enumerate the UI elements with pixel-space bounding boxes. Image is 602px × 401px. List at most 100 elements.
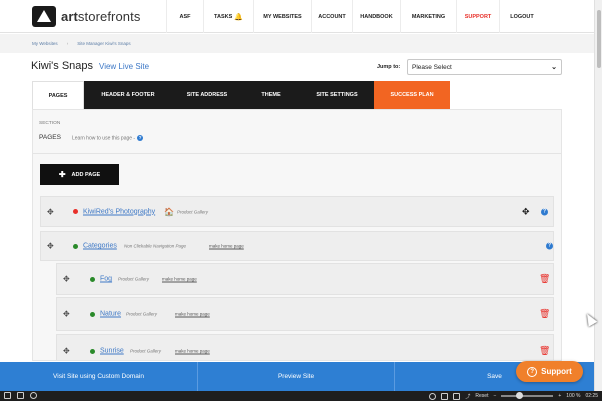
brand-logo-icon [32, 6, 56, 27]
drag-handle-icon[interactable]: ✥ [63, 347, 70, 356]
app-root: artstorefronts ASF TASKS 🔔 MY WEBSITES AC… [0, 0, 602, 401]
bottom-action-bar: Visit Site using Custom Domain Preview S… [0, 362, 594, 391]
breadcrumb: My Websites › Site Manager Kiwi's Snaps [0, 34, 594, 53]
nav-item-tasks-label: TASKS [214, 13, 233, 20]
visit-custom-domain-button[interactable]: Visit Site using Custom Domain [0, 362, 198, 391]
add-page-button[interactable]: ✚ ADD PAGE [40, 164, 119, 185]
status-dot-published [90, 348, 95, 354]
nav-item-account[interactable]: ACCOUNT [311, 0, 352, 33]
clock: 02:25 [585, 393, 598, 399]
scrollbar-thumb[interactable] [597, 10, 601, 68]
nav-item-support[interactable]: SUPPORT [456, 0, 499, 33]
jump-to-label: Jump to: [377, 64, 401, 70]
section-help-text: Learn how to use this page - [72, 135, 136, 142]
nav-item-logout[interactable]: LOGOUT [499, 0, 544, 33]
cloud-icon[interactable] [30, 392, 37, 399]
nav-item-marketing[interactable]: MARKETING [400, 0, 456, 33]
support-button[interactable]: ? Support [516, 361, 583, 382]
page-title-link[interactable]: Sunrise [100, 348, 124, 355]
support-label: Support [541, 367, 572, 376]
tab-success-plan[interactable]: SUCCESS PLAN [374, 81, 450, 109]
tab-site-address[interactable]: SITE ADDRESS [172, 81, 242, 109]
zoom-reset-label[interactable]: Reset [475, 393, 488, 399]
nav-item-my-websites[interactable]: MY WEBSITES [253, 0, 311, 33]
tab-site-settings[interactable]: SITE SETTINGS [300, 81, 374, 109]
page-row: ✥ KiwiRed's Photography 🏠 Product Galler… [40, 196, 554, 227]
nav-item-handbook[interactable]: HANDBOOK [352, 0, 400, 33]
top-navigation: artstorefronts ASF TASKS 🔔 MY WEBSITES AC… [0, 0, 594, 33]
make-home-page-link[interactable]: make home page [162, 277, 197, 282]
zoom-in-icon[interactable]: + [558, 393, 561, 399]
status-dot-published [73, 243, 78, 249]
preview-site-button[interactable]: Preview Site [198, 362, 395, 391]
move-icon[interactable]: ✥ [522, 206, 530, 217]
pages-panel: SECTION PAGES Learn how to use this page… [32, 109, 562, 361]
make-home-page-link[interactable]: make home page [175, 349, 210, 354]
camera-icon[interactable] [429, 392, 437, 400]
page-title: Kiwi's Snaps [31, 60, 94, 72]
view-live-site-link[interactable]: View Live Site [99, 62, 149, 71]
page-type: Product Gallery [118, 276, 150, 282]
nav-item-tasks[interactable]: TASKS 🔔 [203, 0, 253, 33]
page-scrollbar[interactable] [594, 0, 602, 391]
page-row: ✥ Categories Non Clickable Navigation Pa… [40, 231, 554, 261]
make-home-page-link[interactable]: make home page [175, 312, 210, 317]
image-icon[interactable] [453, 392, 461, 400]
section-help[interactable]: Learn how to use this page -? [72, 135, 144, 142]
breadcrumb-separator: › [66, 41, 69, 46]
page-title-link[interactable]: KiwiRed's Photography [83, 208, 155, 215]
page-title-link[interactable]: Nature [100, 311, 121, 318]
window-icon[interactable] [4, 392, 11, 399]
screen-icon[interactable] [441, 392, 449, 400]
zoom-level: 100 % [566, 393, 581, 399]
taskbar-left [4, 392, 37, 399]
zoom-out-icon[interactable]: − [493, 393, 496, 399]
question-icon: ? [527, 366, 538, 377]
nav-menu: ASF TASKS 🔔 MY WEBSITES ACCOUNT HANDBOOK … [166, 0, 544, 33]
tab-theme[interactable]: THEME [242, 81, 300, 109]
add-page-label: ADD PAGE [71, 171, 101, 178]
help-icon[interactable]: ? [137, 135, 144, 141]
drag-handle-icon[interactable]: ✥ [47, 207, 54, 216]
breadcrumb-site-manager[interactable]: Site Manager Kiwi's Snaps [77, 41, 130, 46]
page-title-link[interactable]: Fog [100, 276, 112, 283]
brand-logo[interactable]: artstorefronts [32, 6, 140, 27]
jump-to-select[interactable]: Please Select ⌄ [407, 59, 562, 75]
drag-handle-icon[interactable]: ✥ [63, 310, 70, 319]
keyboard-icon[interactable] [17, 392, 24, 399]
drag-handle-icon[interactable]: ✥ [47, 242, 54, 251]
page-row: ✥ Fog Product Gallery make home page 🗑 [56, 263, 554, 295]
drag-handle-icon[interactable]: ✥ [63, 275, 70, 284]
zoom-slider-knob[interactable] [516, 392, 524, 399]
home-icon: 🏠 [164, 207, 174, 216]
trash-icon[interactable]: 🗑 [539, 346, 550, 357]
brand-name: artstorefronts [61, 9, 141, 24]
status-dot-unpublished [73, 209, 78, 214]
tab-header-footer[interactable]: HEADER & FOOTER [84, 81, 172, 109]
taskbar-right: ⤴ Reset − + 100 % 02:25 [429, 392, 598, 400]
share-icon[interactable]: ⤴ [465, 393, 470, 400]
page-type: Product Gallery [177, 209, 209, 214]
chevron-down-icon: ⌄ [551, 64, 557, 71]
page-row: ✥ Sunrise Product Gallery make home page… [56, 334, 554, 360]
bell-icon: 🔔 [234, 13, 243, 21]
status-dot-published [90, 311, 95, 317]
info-icon[interactable]: ? [546, 242, 553, 250]
section-label: SECTION [39, 121, 61, 126]
jump-to-value: Please Select [412, 63, 452, 71]
page-type: Product Gallery [126, 311, 158, 317]
make-home-page-link[interactable]: make home page [209, 244, 244, 249]
info-icon[interactable]: ? [541, 208, 548, 215]
zoom-slider[interactable] [501, 392, 554, 399]
trash-icon[interactable]: 🗑 [539, 309, 550, 320]
page-type: Product Gallery [130, 348, 162, 354]
section-name: PAGES [39, 134, 61, 141]
trash-icon[interactable]: 🗑 [539, 274, 550, 285]
status-dot-published [90, 276, 95, 282]
breadcrumb-my-websites[interactable]: My Websites [32, 41, 58, 46]
page-type: Non Clickable Navigation Page [124, 243, 187, 249]
nav-item-asf[interactable]: ASF [166, 0, 203, 33]
tab-pages[interactable]: PAGES [32, 81, 84, 109]
page-title-link[interactable]: Categories [83, 243, 117, 250]
page-row: ✥ Nature Product Gallery make home page … [56, 297, 554, 331]
